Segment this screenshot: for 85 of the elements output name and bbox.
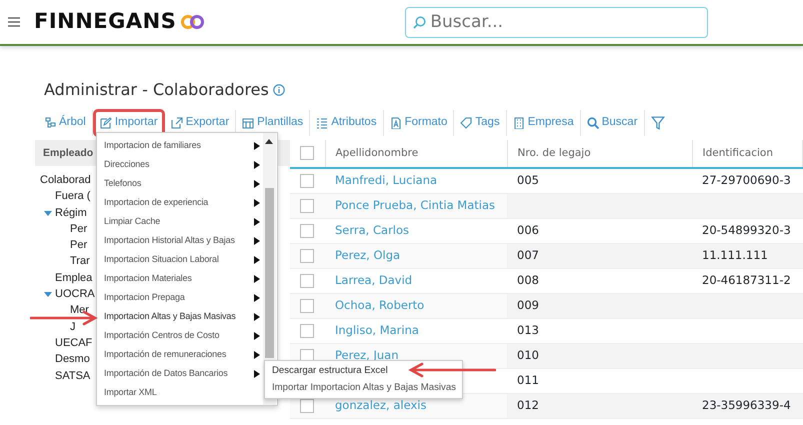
- column-header[interactable]: Nro. de legajo: [507, 140, 692, 168]
- table-cell: 23-35996339-4: [702, 398, 791, 412]
- export-icon: [170, 117, 183, 129]
- tree-item[interactable]: Per: [70, 220, 88, 238]
- checkbox[interactable]: [300, 324, 314, 338]
- tree-item[interactable]: Desmo: [55, 351, 90, 368]
- submenu-arrow-icon: [254, 294, 260, 302]
- table-cell: 013: [517, 322, 539, 337]
- submenu-arrow-icon: [254, 160, 260, 168]
- menu-item[interactable]: Telefonos: [97, 174, 263, 193]
- edit-icon: [100, 117, 112, 129]
- checkbox[interactable]: [300, 198, 314, 213]
- tree-item[interactable]: J: [70, 318, 76, 335]
- logo-text: FINNEGANS: [34, 8, 176, 36]
- table-cell: 010: [517, 348, 539, 362]
- submenu-arrow-icon: [254, 142, 260, 150]
- menu-item[interactable]: Importacion Materiales: [97, 269, 263, 288]
- tree-item[interactable]: UECAF: [55, 334, 92, 352]
- tree-item[interactable]: Trar: [70, 253, 90, 270]
- info-icon: [272, 84, 285, 96]
- submenu-arrow-icon: [254, 274, 260, 282]
- column-header[interactable]: Identificacion: [692, 140, 802, 168]
- checkbox[interactable]: [300, 398, 314, 413]
- table-cell: 27-29700690-3: [702, 173, 791, 188]
- checkbox[interactable]: [300, 174, 314, 188]
- menu-item[interactable]: Importacion Prepaga: [97, 288, 263, 307]
- table-cell: 20-54899320-3: [702, 222, 791, 237]
- checkbox[interactable]: [300, 248, 314, 263]
- menu-item[interactable]: Importación Centros de Costo: [97, 326, 263, 345]
- submenu-arrow-icon: [254, 180, 260, 188]
- menu-item[interactable]: Importar XML: [97, 383, 263, 402]
- submenu-arrow-icon: [254, 198, 260, 206]
- menu-item[interactable]: Importacion Altas y Bajas Masivas: [97, 307, 263, 326]
- logo-icon: [181, 14, 206, 30]
- menu-item[interactable]: Importar Importacion Altas y Bajas Masivas: [265, 380, 462, 396]
- submenu-arrow-icon: [254, 256, 260, 264]
- submenu-arrow-icon: [254, 370, 260, 378]
- grid-icon: [242, 117, 254, 129]
- search-icon: [586, 117, 599, 129]
- submenu-arrow-icon: [254, 312, 260, 320]
- table-cell: 20-46187311-2: [702, 272, 791, 287]
- tree-icon: [44, 117, 56, 129]
- table-cell: 008: [517, 272, 539, 287]
- tree-item[interactable]: SATSA: [55, 368, 90, 384]
- scroll-up-icon: [265, 139, 273, 144]
- page-title: Administrar - Colaboradores: [44, 79, 269, 101]
- caret-icon[interactable]: [44, 208, 52, 217]
- menu-item[interactable]: Importación de Datos Bancarios: [97, 364, 263, 383]
- tree-item[interactable]: Régim: [55, 204, 87, 221]
- checkbox[interactable]: [300, 274, 314, 288]
- list-icon: [316, 117, 328, 129]
- menu-icon[interactable]: [8, 17, 20, 27]
- menu-item[interactable]: Importacion de experiencia: [97, 193, 263, 212]
- document-icon: [390, 117, 402, 129]
- checkbox[interactable]: [300, 146, 314, 160]
- table-cell: 005: [517, 173, 539, 188]
- table-cell: 012: [517, 398, 539, 412]
- table-cell: 11.111.111: [702, 248, 768, 262]
- filter-icon[interactable]: [650, 116, 665, 130]
- menu-item[interactable]: Importacion Situacion Laboral: [97, 250, 263, 269]
- table-cell: 007: [517, 248, 539, 262]
- submenu-arrow-icon: [254, 218, 260, 226]
- building-icon: [512, 117, 525, 129]
- column-header[interactable]: Apellidonombre: [325, 140, 507, 168]
- tree-item[interactable]: Fuera (: [55, 188, 90, 205]
- tag-icon: [460, 117, 472, 129]
- submenu-arrow-icon: [254, 236, 260, 244]
- menu-item[interactable]: Importacion Historial Altas y Bajas: [97, 231, 263, 250]
- tree-item[interactable]: Colaborad: [40, 172, 91, 188]
- tree-item[interactable]: Per: [70, 237, 88, 254]
- checkbox[interactable]: [300, 298, 314, 313]
- menu-item[interactable]: Limpiar Cache: [97, 212, 263, 231]
- table-cell: 011: [517, 372, 539, 387]
- table-cell: 009: [517, 298, 539, 312]
- scrollbar-thumb[interactable]: [265, 188, 274, 358]
- caret-icon[interactable]: [44, 290, 52, 298]
- search-field[interactable]: Buscar...: [405, 6, 708, 38]
- submenu-arrow-icon: [254, 350, 260, 358]
- table-cell: 006: [517, 222, 539, 237]
- submenu-arrow-icon: [254, 332, 260, 340]
- tree-item[interactable]: UOCRA: [55, 286, 95, 302]
- checkbox[interactable]: [300, 224, 314, 238]
- menu-item[interactable]: Importación de remuneraciones: [97, 345, 263, 364]
- tree-item[interactable]: Emplea: [55, 270, 92, 286]
- tree-item[interactable]: Mer: [70, 302, 89, 319]
